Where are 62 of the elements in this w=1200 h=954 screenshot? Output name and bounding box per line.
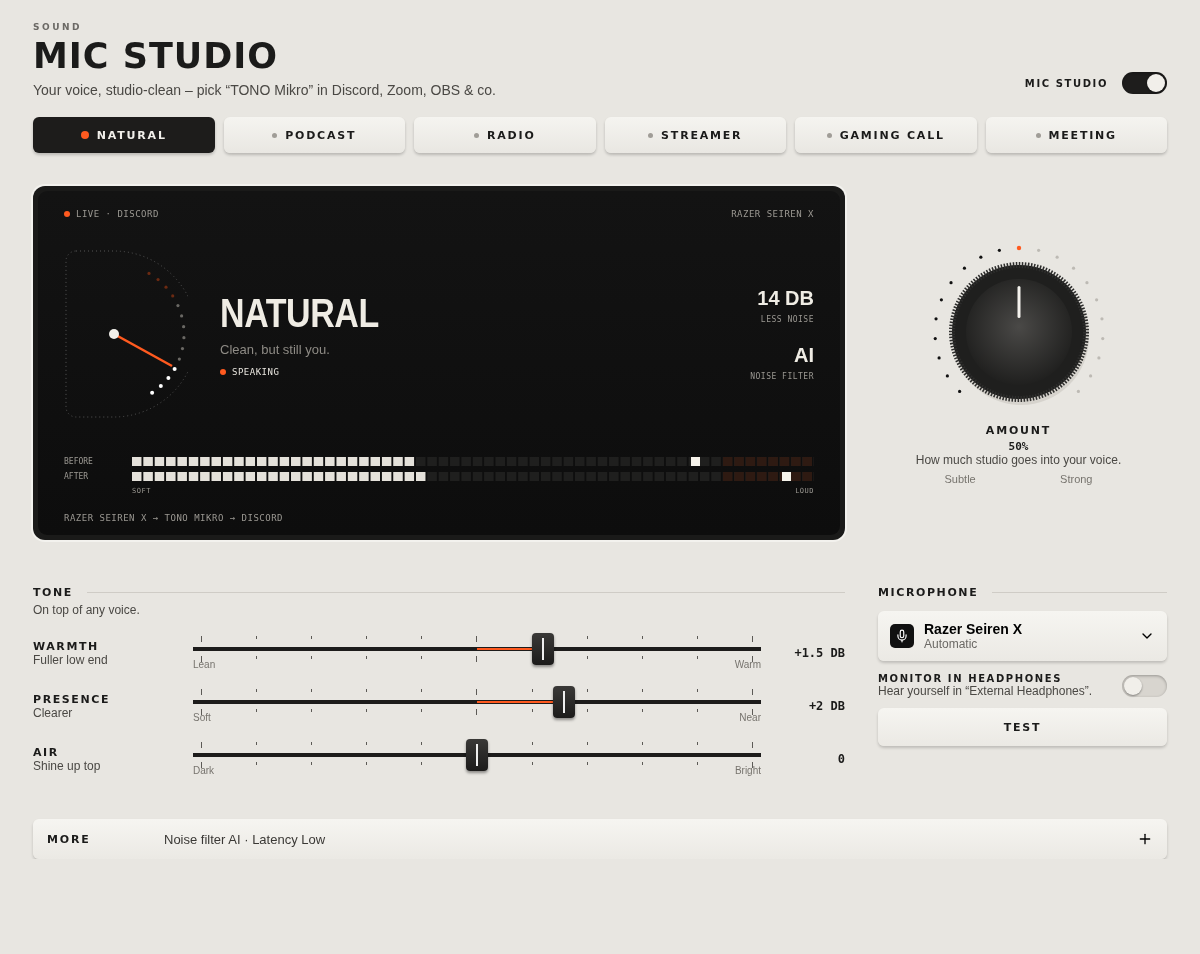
slider-max-label: Near xyxy=(739,712,761,723)
slider-min-label: Dark xyxy=(193,765,215,776)
preset-tab[interactable]: RADIO xyxy=(414,117,596,153)
monitor-toggle[interactable] xyxy=(1122,674,1167,697)
slider-thumb[interactable] xyxy=(553,686,576,718)
slider-name: WARMTH xyxy=(33,639,100,653)
stat-label: NOISE FILTER xyxy=(750,372,814,381)
slider-max-label: Bright xyxy=(734,765,761,776)
page-title: MIC STUDIO xyxy=(33,38,280,74)
speaking-dot xyxy=(220,369,226,375)
slider-min-label: Lean xyxy=(193,659,216,670)
activity-label: SPEAKING xyxy=(232,367,280,377)
slider-description: Shine up top xyxy=(33,758,102,773)
slider-reading: 0 xyxy=(836,752,845,766)
slider-thumb[interactable] xyxy=(531,633,554,665)
stat-label: LESS NOISE xyxy=(760,315,814,324)
monitor-label: MONITOR IN HEADPHONES xyxy=(878,673,1064,684)
more-label: MORE xyxy=(46,832,92,846)
plus-icon xyxy=(1137,831,1153,847)
microphone-icon xyxy=(890,624,914,648)
section-eyebrow: SOUND xyxy=(33,22,83,32)
stat-value: AI xyxy=(794,344,814,367)
device-name: Razer Seiren X xyxy=(924,621,1024,637)
device-label: RAZER SEIREN X xyxy=(731,209,814,219)
slider-name: AIR xyxy=(33,745,60,759)
section-title: MICROPHONE xyxy=(878,586,979,599)
amount-reading: 50% xyxy=(1008,440,1029,453)
mic-studio-toggle[interactable] xyxy=(1122,72,1167,94)
slider-reading: +1.5 DB xyxy=(793,646,845,660)
microphone-select[interactable]: Razer Seiren X Automatic xyxy=(878,611,1167,661)
slider-thumb[interactable] xyxy=(466,739,488,771)
amount-label: AMOUNT xyxy=(985,424,1052,437)
slider-max-label: Warm xyxy=(734,659,761,670)
amount-description: How much studio goes into your voice. xyxy=(915,453,1122,467)
monitor-description: Hear yourself in “External Headphones”. xyxy=(878,684,1093,698)
preset-tab[interactable]: STREAMER xyxy=(604,117,786,153)
slider-name: PRESENCE xyxy=(33,692,112,706)
stat-value: 14 DB xyxy=(757,287,814,310)
section-title: TONE xyxy=(33,586,73,599)
meter-label: AFTER xyxy=(64,472,90,481)
preset-tab[interactable]: MEETING xyxy=(985,117,1167,153)
slider-reading: +2 DB xyxy=(807,699,845,713)
status-label: LIVE · DISCORD xyxy=(76,209,159,219)
toggle-label: MIC STUDIO xyxy=(1024,77,1108,89)
slider-min-label: Soft xyxy=(193,712,211,723)
more-summary: Noise filter AI · Latency Low xyxy=(164,831,327,847)
preset-description: Clean, but still you. xyxy=(220,342,331,357)
test-button[interactable]: TEST xyxy=(878,708,1167,746)
device-mode: Automatic xyxy=(924,637,979,651)
max-label: Strong xyxy=(1060,473,1093,485)
meter-label: BEFORE xyxy=(64,457,94,466)
preset-tab[interactable]: PODCAST xyxy=(223,117,405,153)
more-bar[interactable]: MORE Noise filter AI · Latency Low xyxy=(33,819,1167,859)
preset-tab[interactable]: NATURAL xyxy=(33,117,215,153)
min-label: Subtle xyxy=(944,473,976,485)
slider-description: Clearer xyxy=(33,705,74,720)
preset-tab[interactable]: GAMING CALL xyxy=(795,117,977,153)
slider-description: Fuller low end xyxy=(33,652,109,667)
page-subtitle: Your voice, studio-clean – pick “TONO Mikro” in Discord, Zoom, OBS & co. xyxy=(33,82,496,98)
signal-chain: RAZER SEIREN X → TONO MIKRO → DISCORD xyxy=(64,513,283,523)
preset-name: NATURAL xyxy=(220,291,379,336)
section-subtitle: On top of any voice. xyxy=(33,603,141,617)
